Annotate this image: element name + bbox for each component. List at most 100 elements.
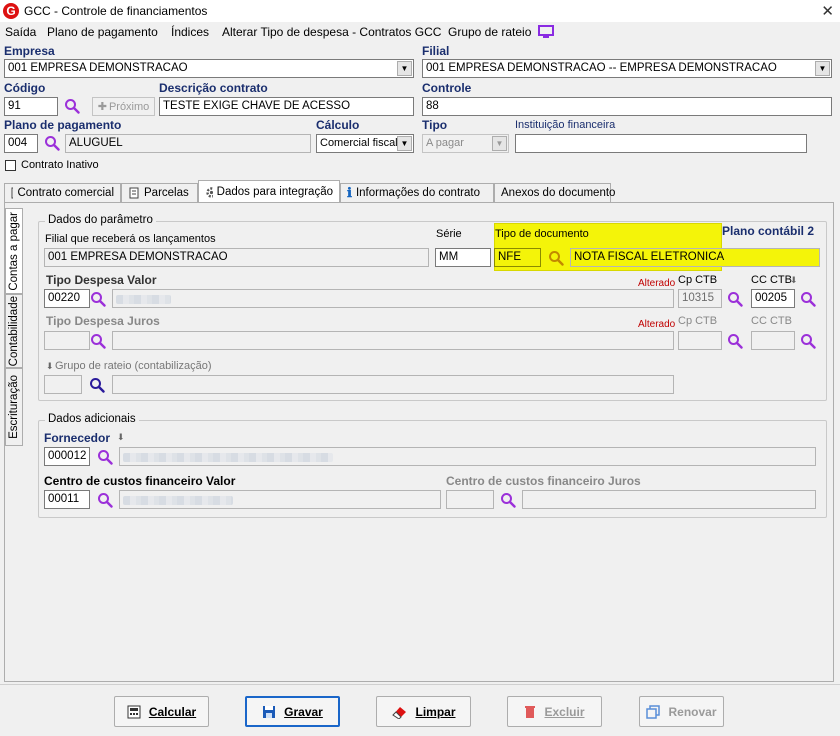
tab-label: Informações do contrato [355, 187, 480, 199]
group-legend: Dados do parâmetro [45, 214, 156, 226]
cp-ctb-input[interactable]: 10315 [678, 289, 722, 308]
search-icon[interactable] [727, 333, 743, 349]
menu-bar: Saída Plano de pagamento Índices Alterar… [0, 22, 840, 42]
renovar-label: Renovar [668, 704, 717, 719]
codigo-label: Código [4, 81, 46, 95]
cc-juros-code-input[interactable] [446, 490, 494, 509]
fornecedor-code-input[interactable]: 000012 [44, 447, 90, 466]
search-icon[interactable] [97, 449, 113, 465]
excluir-button[interactable]: Excluir [507, 696, 602, 727]
search-icon[interactable] [800, 291, 816, 307]
plus-icon: ✚ [97, 101, 107, 113]
despesa-valor-code-input[interactable]: 00220 [44, 289, 90, 308]
tab-contrato-comercial[interactable]: Contrato comercial [4, 183, 121, 202]
tipo-documento-code-input[interactable]: NFE [494, 248, 541, 267]
descricao-input[interactable]: TESTE EXIGE CHAVE DE ACESSO [159, 97, 414, 116]
menu-saida[interactable]: Saída [5, 25, 36, 39]
limpar-button[interactable]: Limpar [376, 696, 471, 727]
list-icon [129, 187, 139, 199]
menu-plano-pagamento[interactable]: Plano de pagamento [47, 25, 158, 39]
despesa-valor-description [112, 289, 674, 308]
tab-dados-integracao[interactable]: Dados para integração [198, 180, 340, 203]
monitor-icon[interactable] [538, 25, 554, 39]
fornecedor-label: Fornecedor [44, 431, 111, 445]
search-icon[interactable] [727, 291, 743, 307]
filial-select[interactable]: 001 EMPRESA DEMONSTRACAO -- EMPRESA DEMO… [422, 59, 832, 78]
chevron-down-icon[interactable]: ▼ [397, 136, 412, 151]
vtab-contas-a-pagar[interactable]: Contas a pagar [5, 208, 23, 294]
save-icon [263, 705, 276, 718]
search-icon[interactable] [44, 135, 60, 151]
down-arrow-icon: ⬇ [790, 275, 798, 285]
gravar-label: Gravar [284, 704, 323, 719]
tab-anexos-documento[interactable]: Anexos do documento [494, 183, 615, 202]
tipo-select[interactable]: A pagar ▼ [422, 134, 509, 153]
menu-alterar-tipo-despesa[interactable]: Alterar Tipo de despesa - Contratos GCC [222, 25, 441, 39]
grupo-rateio-label: Grupo de rateio (contabilização) [55, 360, 212, 372]
search-icon[interactable] [800, 333, 816, 349]
cc-valor-label: Centro de custos financeiro Valor [44, 474, 236, 488]
calcular-label: Calcular [148, 704, 197, 719]
down-arrow-icon: ⬇ [46, 361, 54, 371]
search-icon[interactable] [500, 492, 516, 508]
calcular-button[interactable]: Calcular [114, 696, 209, 727]
search-icon[interactable] [64, 98, 80, 114]
filial-lancamentos-label: Filial que receberá os lançamentos [45, 233, 216, 245]
gravar-button[interactable]: Gravar [245, 696, 340, 727]
chevron-down-icon[interactable]: ▼ [815, 61, 830, 76]
empresa-select[interactable]: 001 EMPRESA DEMONSTRACAO ▼ [4, 59, 414, 78]
tipo-documento-description: NOTA FISCAL ELETRONICA [570, 248, 820, 267]
instituicao-input[interactable] [515, 134, 807, 153]
tab-informacoes-contrato[interactable]: ℹ Informações do contrato [340, 183, 494, 202]
calculo-select[interactable]: Comercial fiscal ▼ [316, 134, 414, 153]
tab-parcelas[interactable]: Parcelas [121, 183, 198, 202]
menu-indices[interactable]: Índices [171, 25, 209, 39]
search-icon[interactable] [90, 291, 106, 307]
codigo-input[interactable]: 91 [4, 97, 58, 116]
search-icon[interactable] [97, 492, 113, 508]
grupo-rateio-code-input[interactable] [44, 375, 82, 394]
cp-ctb2-input[interactable] [678, 331, 722, 350]
vtab-label: Contabilidade [8, 295, 20, 367]
despesa-juros-code-input[interactable] [44, 331, 90, 350]
plano-contabil-label: Plano contábil 2 [722, 224, 815, 238]
renovar-button[interactable]: Renovar [639, 696, 724, 727]
menu-grupo-rateio[interactable]: Grupo de rateio [448, 25, 531, 39]
tipo-value: A pagar [426, 137, 464, 149]
vtab-contabilidade[interactable]: Contabilidade [5, 294, 23, 368]
group-legend: Dados adicionais [45, 413, 139, 425]
fornecedor-description [119, 447, 816, 466]
serie-input[interactable]: MM [435, 248, 491, 267]
grupo-rateio-description [112, 375, 674, 394]
filial-label: Filial [422, 44, 450, 58]
close-button[interactable]: ✕ [821, 2, 834, 20]
eraser-icon [392, 706, 407, 719]
alterado-indicator: Alterado [638, 278, 676, 289]
search-icon[interactable] [548, 250, 564, 266]
chevron-down-icon[interactable]: ▼ [492, 136, 507, 151]
cc-ctb2-label: CC CTB [751, 315, 792, 327]
cc-valor-code-input[interactable]: 00011 [44, 490, 90, 509]
title-bar: G GCC - Controle de financiamentos ✕ [0, 0, 840, 22]
controle-input[interactable]: 88 [422, 97, 832, 116]
calculo-value: Comercial fiscal [320, 137, 398, 149]
chevron-down-icon[interactable]: ▼ [397, 61, 412, 76]
vtab-escrituracao[interactable]: Escrituração [5, 368, 23, 446]
redacted-text [123, 496, 233, 505]
renew-icon [646, 704, 661, 719]
excluir-label: Excluir [544, 704, 585, 719]
cc-ctb2-input[interactable] [751, 331, 795, 350]
calculator-icon [127, 705, 141, 718]
search-icon[interactable] [90, 333, 106, 349]
serie-label: Série [436, 228, 462, 240]
cc-ctb-input[interactable]: 00205 [751, 289, 795, 308]
limpar-label: Limpar [415, 704, 456, 719]
filial-lancamentos-value: 001 EMPRESA DEMONSTRACAO [44, 248, 429, 267]
contrato-inativo-checkbox[interactable] [5, 160, 16, 171]
plano-code-input[interactable]: 004 [4, 134, 38, 153]
proximo-button[interactable]: ✚ Próximo [92, 97, 155, 116]
alterado-indicator: Alterado [638, 319, 676, 330]
cp-ctb2-label: Cp CTB [678, 315, 718, 327]
app-logo-icon: G [3, 3, 19, 19]
search-icon[interactable] [89, 377, 105, 393]
